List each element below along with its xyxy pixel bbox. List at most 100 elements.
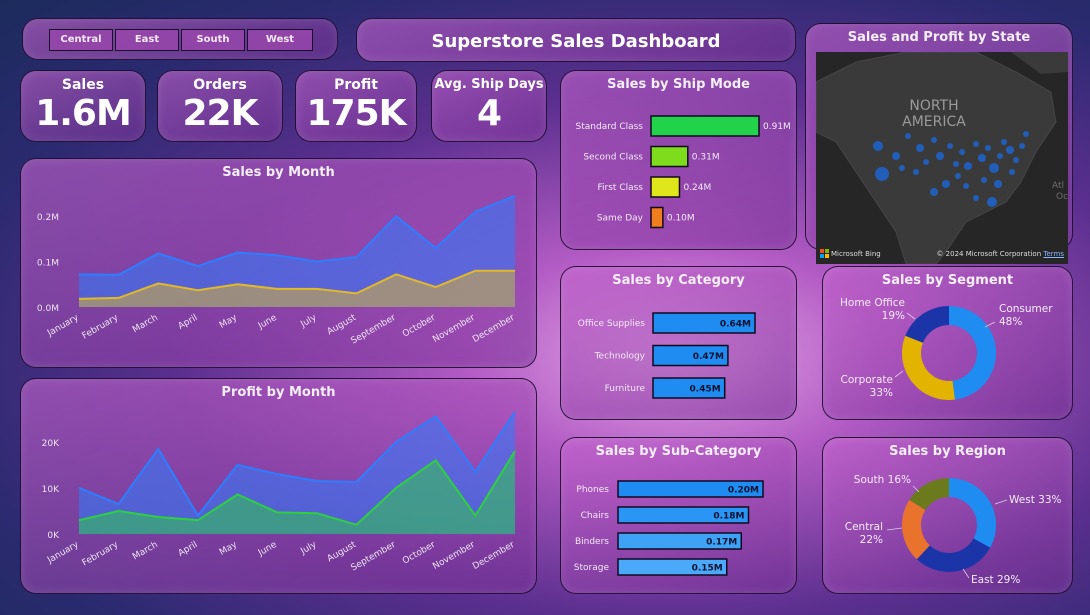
bar-category-label: Technology: [594, 352, 646, 362]
kpi-card-orders: Orders 22K: [157, 70, 283, 142]
x-tick-label: January: [45, 540, 81, 567]
x-tick-label: July: [298, 540, 318, 558]
map-svg: NORTH AMERICA Atl Oc: [816, 52, 1068, 264]
kpi-card-avg-ship-days: Avg. Ship Days 4: [431, 70, 547, 142]
x-tick-label: November: [431, 313, 477, 345]
state-marker: [953, 161, 959, 167]
bar-category-label: Phones: [576, 485, 609, 495]
bar-category-label: Chairs: [581, 511, 610, 521]
state-marker: [930, 188, 938, 196]
donut-label: East 29%: [971, 574, 1020, 586]
bar-category-label: Furniture: [605, 384, 646, 394]
state-marker: [899, 165, 905, 171]
bar: [650, 176, 681, 198]
sales-by-ship-mode-card: Sales by Ship Mode Standard Class 0.91M Se…: [560, 70, 797, 250]
kpi-card-profit: Profit 175K: [295, 70, 417, 142]
terms-link[interactable]: Terms: [1043, 250, 1064, 258]
map-label: AMERICA: [902, 114, 966, 130]
kpi-value: 175K: [306, 93, 406, 134]
map-side-label: Atl: [1052, 181, 1064, 191]
x-tick-label: November: [431, 540, 477, 572]
kpi-value: 1.6M: [35, 93, 132, 134]
state-marker: [936, 152, 944, 160]
state-marker: [916, 144, 924, 152]
x-tick-label: May: [218, 313, 240, 331]
state-marker: [997, 153, 1003, 159]
bar-category-label: Binders: [575, 537, 609, 547]
state-marker: [973, 195, 979, 201]
state-marker: [905, 133, 911, 139]
y-tick-label: 0K: [47, 531, 60, 541]
slicer-button-east[interactable]: East: [115, 29, 179, 51]
bar-value-label: 0.20M: [728, 486, 759, 496]
state-marker: [942, 180, 950, 188]
microsoft-logo-icon: [820, 249, 829, 258]
donut-leader-line: [894, 370, 904, 378]
y-tick-label: 0.2M: [37, 213, 59, 223]
bar-category-label: Second Class: [583, 153, 643, 163]
dashboard-title: Superstore Sales Dashboard: [431, 31, 721, 52]
y-tick-label: 20K: [42, 439, 60, 449]
x-tick-label: June: [256, 540, 279, 559]
donut-label: West 33%: [1009, 494, 1062, 506]
map-card: Sales and Profit by State NORTH AMERICA …: [805, 23, 1073, 264]
donut-label: Corporate: [841, 374, 894, 386]
bar-value-label: 0.24M: [683, 183, 711, 193]
north-america-landmass: [816, 52, 1057, 264]
x-tick-label: August: [326, 313, 359, 338]
state-marker: [1001, 139, 1007, 145]
y-tick-label: 10K: [42, 485, 60, 495]
dashboard-title-card: Superstore Sales Dashboard: [356, 18, 796, 62]
kpi-card-sales: Sales 1.6M: [20, 70, 146, 142]
x-tick-label: March: [131, 313, 160, 335]
donut-label: Central: [845, 521, 883, 533]
state-marker: [981, 177, 987, 183]
slicer-button-south[interactable]: South: [181, 29, 245, 51]
slicer-button-central[interactable]: Central: [49, 29, 113, 51]
donut-label: 33%: [870, 387, 893, 399]
state-marker: [1019, 143, 1025, 149]
bar-category-label: First Class: [598, 183, 644, 193]
state-marker: [1013, 157, 1019, 163]
profit-by-month-chart: 0K 10K 20K January February March April May June…: [42, 411, 517, 573]
x-tick-label: May: [218, 540, 240, 558]
x-tick-label: December: [471, 540, 517, 572]
x-tick-label: December: [471, 313, 517, 345]
kpi-label: Profit: [334, 77, 378, 93]
x-tick-label: August: [326, 540, 359, 565]
state-marker: [875, 167, 889, 181]
donut-slice: [905, 306, 949, 343]
y-tick-label: 0.1M: [37, 259, 59, 269]
slicer-button-west[interactable]: West: [247, 29, 313, 51]
kpi-label: Sales: [61, 77, 105, 93]
x-tick-label: January: [45, 313, 81, 340]
donut-label: South 16%: [854, 474, 911, 486]
x-tick-label: April: [177, 313, 200, 332]
sales-by-month-chart: 0.0M 0.1M 0.2M January February March April May…: [37, 194, 517, 347]
state-marker: [913, 169, 919, 175]
state-marker: [1009, 169, 1015, 175]
donut-leader-line: [994, 499, 1008, 505]
bar-value-label: 0.15M: [692, 564, 723, 574]
state-marker: [964, 162, 972, 170]
bar-value-label: 0.64M: [720, 320, 751, 330]
donut-leader-line: [906, 312, 916, 320]
bar-category-label: Office Supplies: [578, 319, 646, 329]
map-canvas[interactable]: NORTH AMERICA Atl Oc Microsoft Bing © 20…: [816, 52, 1068, 264]
map-copyright: © 2024 Microsoft Corporation Terms: [936, 250, 1064, 258]
donut-label: Home Office: [840, 297, 905, 309]
x-tick-label: February: [81, 313, 121, 342]
donut-slice: [949, 306, 997, 400]
map-label: NORTH: [909, 98, 958, 114]
bar: [650, 145, 689, 168]
x-tick-label: September: [350, 313, 398, 347]
donut-label: 19%: [882, 310, 905, 322]
sales-by-region-card: Sales by Region West 33% East 29% Central 2…: [822, 437, 1073, 594]
sales-by-subcategory-chart: Phones 0.20M Chairs 0.18M Binders 0.17M Storag…: [574, 480, 764, 576]
kpi-label: Avg. Ship Days: [434, 77, 544, 92]
map-side-label: Oc: [1056, 192, 1068, 202]
sales-by-segment-card: Sales by Segment Consumer 48% Corporate 33%…: [822, 266, 1073, 420]
state-marker: [987, 197, 997, 207]
bar-category-label: Same Day: [597, 214, 644, 224]
bar-value-label: 0.91M: [763, 122, 791, 132]
